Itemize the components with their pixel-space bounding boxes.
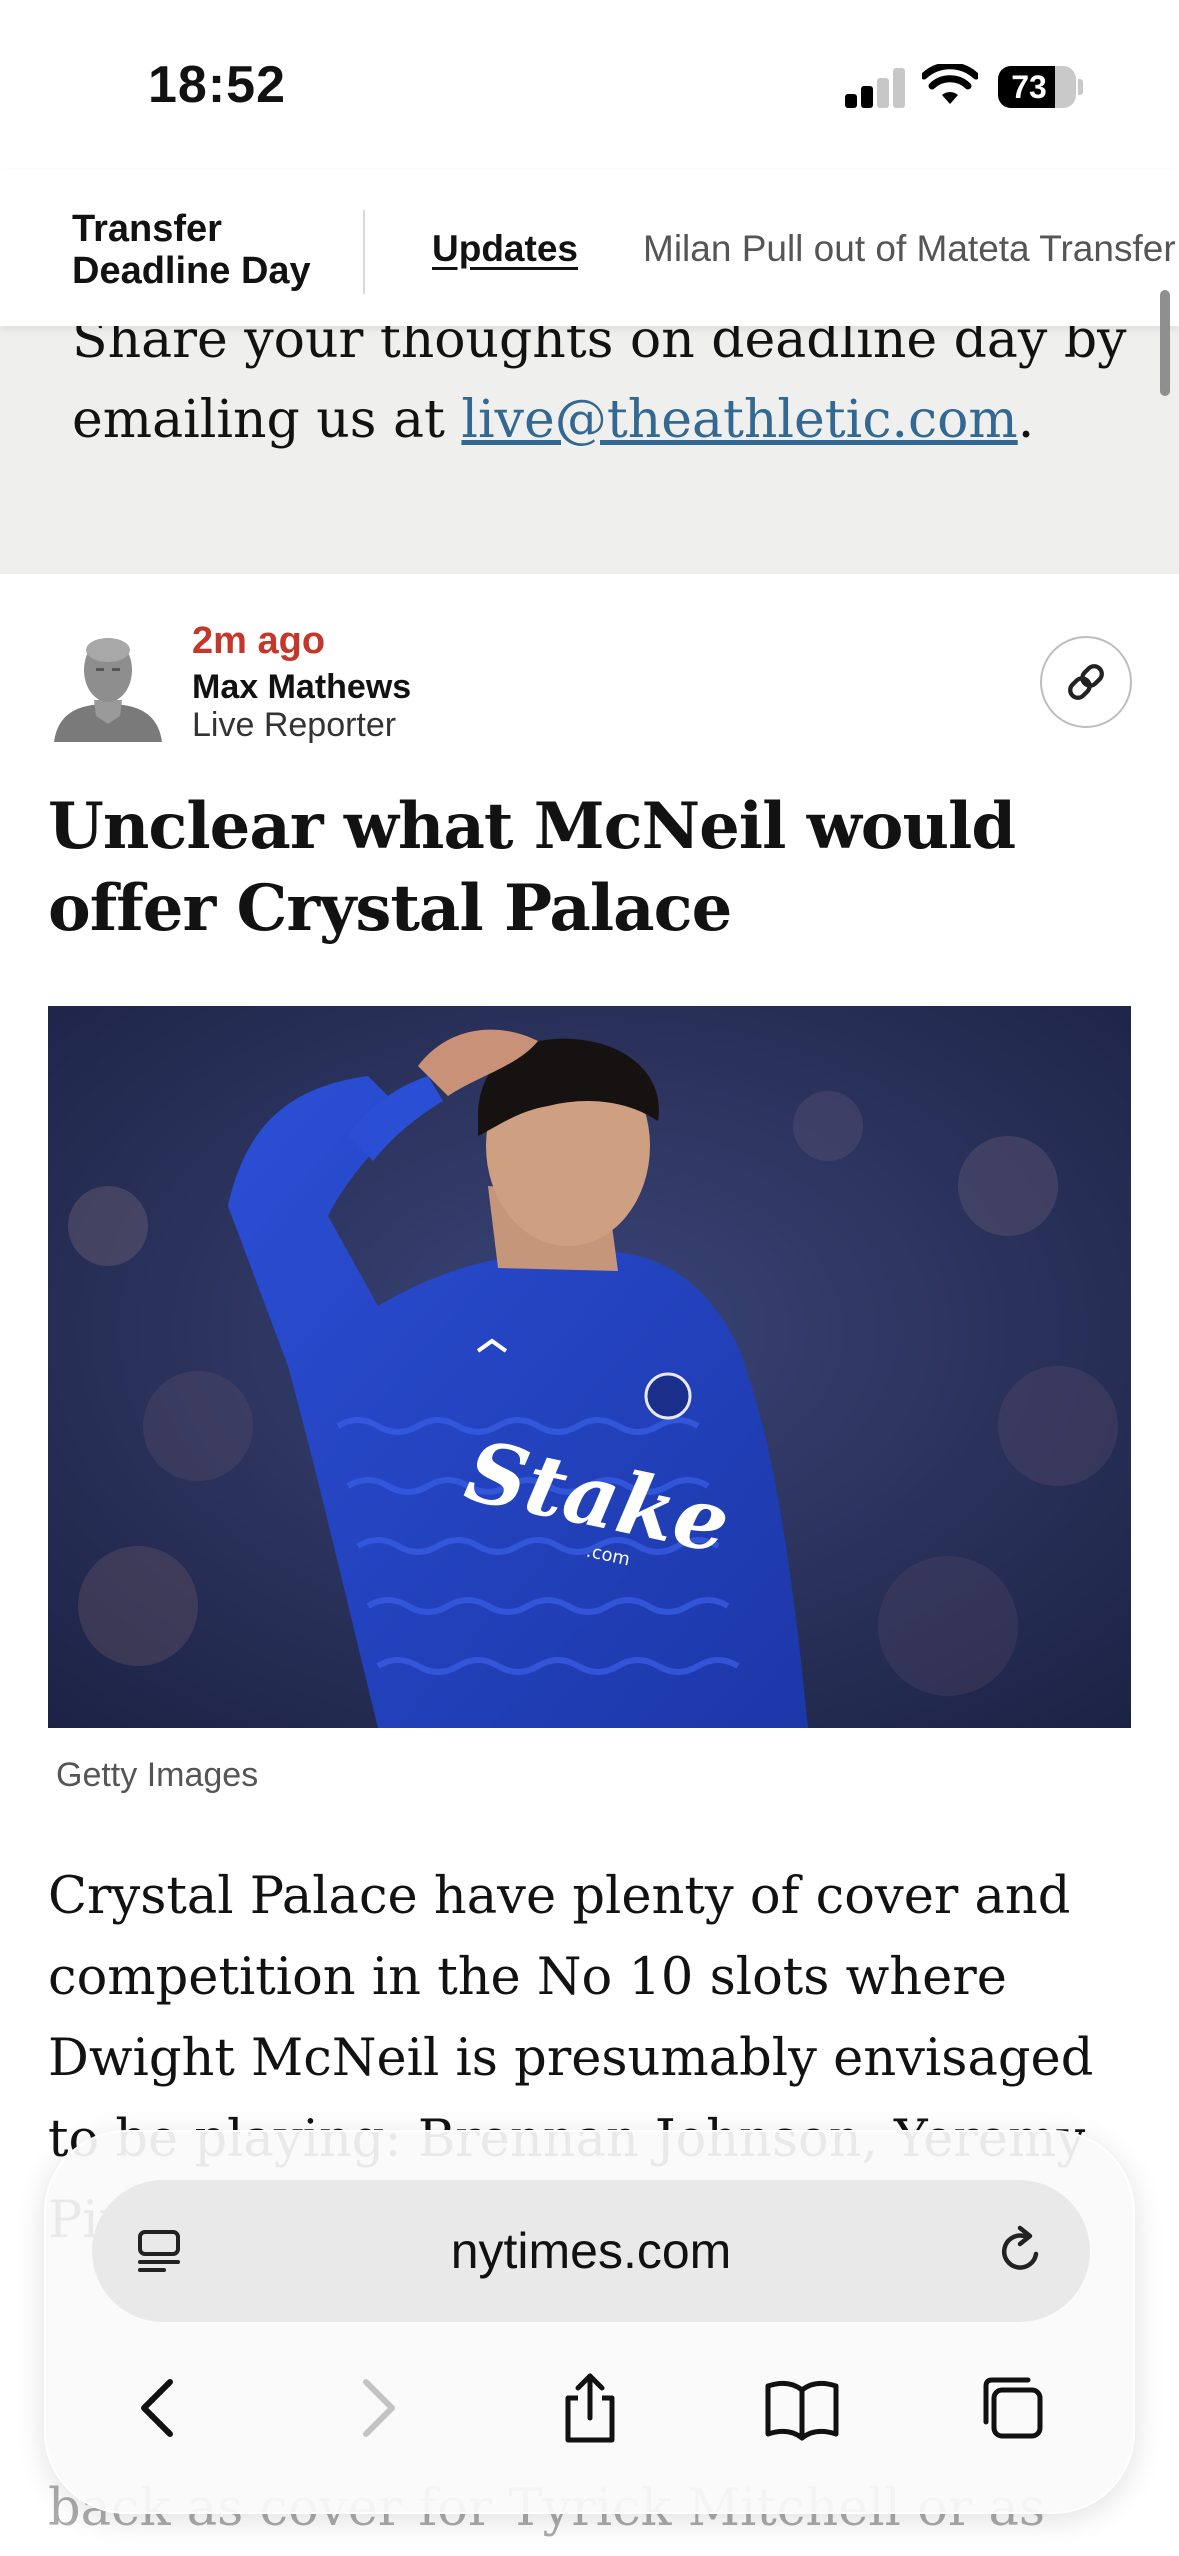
copy-link-button[interactable] bbox=[1040, 636, 1132, 728]
share-icon[interactable] bbox=[550, 2368, 630, 2448]
reload-icon[interactable] bbox=[994, 2224, 1048, 2278]
battery-cap bbox=[1078, 79, 1083, 95]
author-role: Live Reporter bbox=[192, 706, 397, 744]
battery-percentage: 73 bbox=[1011, 69, 1047, 105]
tab-updates[interactable]: Updates bbox=[432, 228, 578, 270]
wifi-icon bbox=[922, 64, 978, 104]
tab-milan-mateta[interactable]: Milan Pull out of Mateta Transfer bbox=[643, 228, 1176, 270]
forward-icon[interactable] bbox=[336, 2368, 416, 2448]
email-link[interactable]: live@theathletic.com bbox=[461, 390, 1017, 450]
photo-credit: Getty Images bbox=[56, 1756, 259, 1794]
live-coverage-header: Transfer Deadline Day Updates Milan Pull… bbox=[0, 170, 1179, 326]
browser-toolbar: nytimes.com bbox=[44, 2130, 1135, 2514]
page-menu-icon[interactable] bbox=[134, 2226, 184, 2276]
feedback-callout: Share your thoughts on deadline day by e… bbox=[0, 326, 1179, 574]
status-bar: 18:52 73 bbox=[0, 0, 1179, 170]
url-text[interactable]: nytimes.com bbox=[92, 2180, 1090, 2322]
header-divider bbox=[363, 210, 365, 294]
address-bar[interactable]: nytimes.com bbox=[92, 2180, 1090, 2322]
callout-text: Share your thoughts on deadline day by e… bbox=[72, 326, 1132, 460]
status-time: 18:52 bbox=[148, 56, 286, 114]
cellular-signal-icon bbox=[845, 68, 907, 108]
bookmarks-icon[interactable] bbox=[762, 2368, 842, 2448]
tabs-icon[interactable] bbox=[974, 2368, 1054, 2448]
back-icon[interactable] bbox=[120, 2368, 200, 2448]
callout-suffix: . bbox=[1017, 390, 1035, 450]
author-avatar[interactable] bbox=[50, 620, 166, 742]
link-icon bbox=[1068, 664, 1104, 700]
post-timestamp: 2m ago bbox=[192, 620, 326, 662]
author-name[interactable]: Max Mathews bbox=[192, 668, 411, 707]
scroll-indicator[interactable] bbox=[1160, 290, 1170, 396]
post-headline: Unclear what McNeil would offer Crystal … bbox=[48, 789, 1016, 946]
battery-icon: 73 bbox=[998, 66, 1076, 108]
live-coverage-title[interactable]: Transfer Deadline Day bbox=[72, 208, 342, 292]
article-photo[interactable]: Stake .com bbox=[48, 1006, 1131, 1728]
